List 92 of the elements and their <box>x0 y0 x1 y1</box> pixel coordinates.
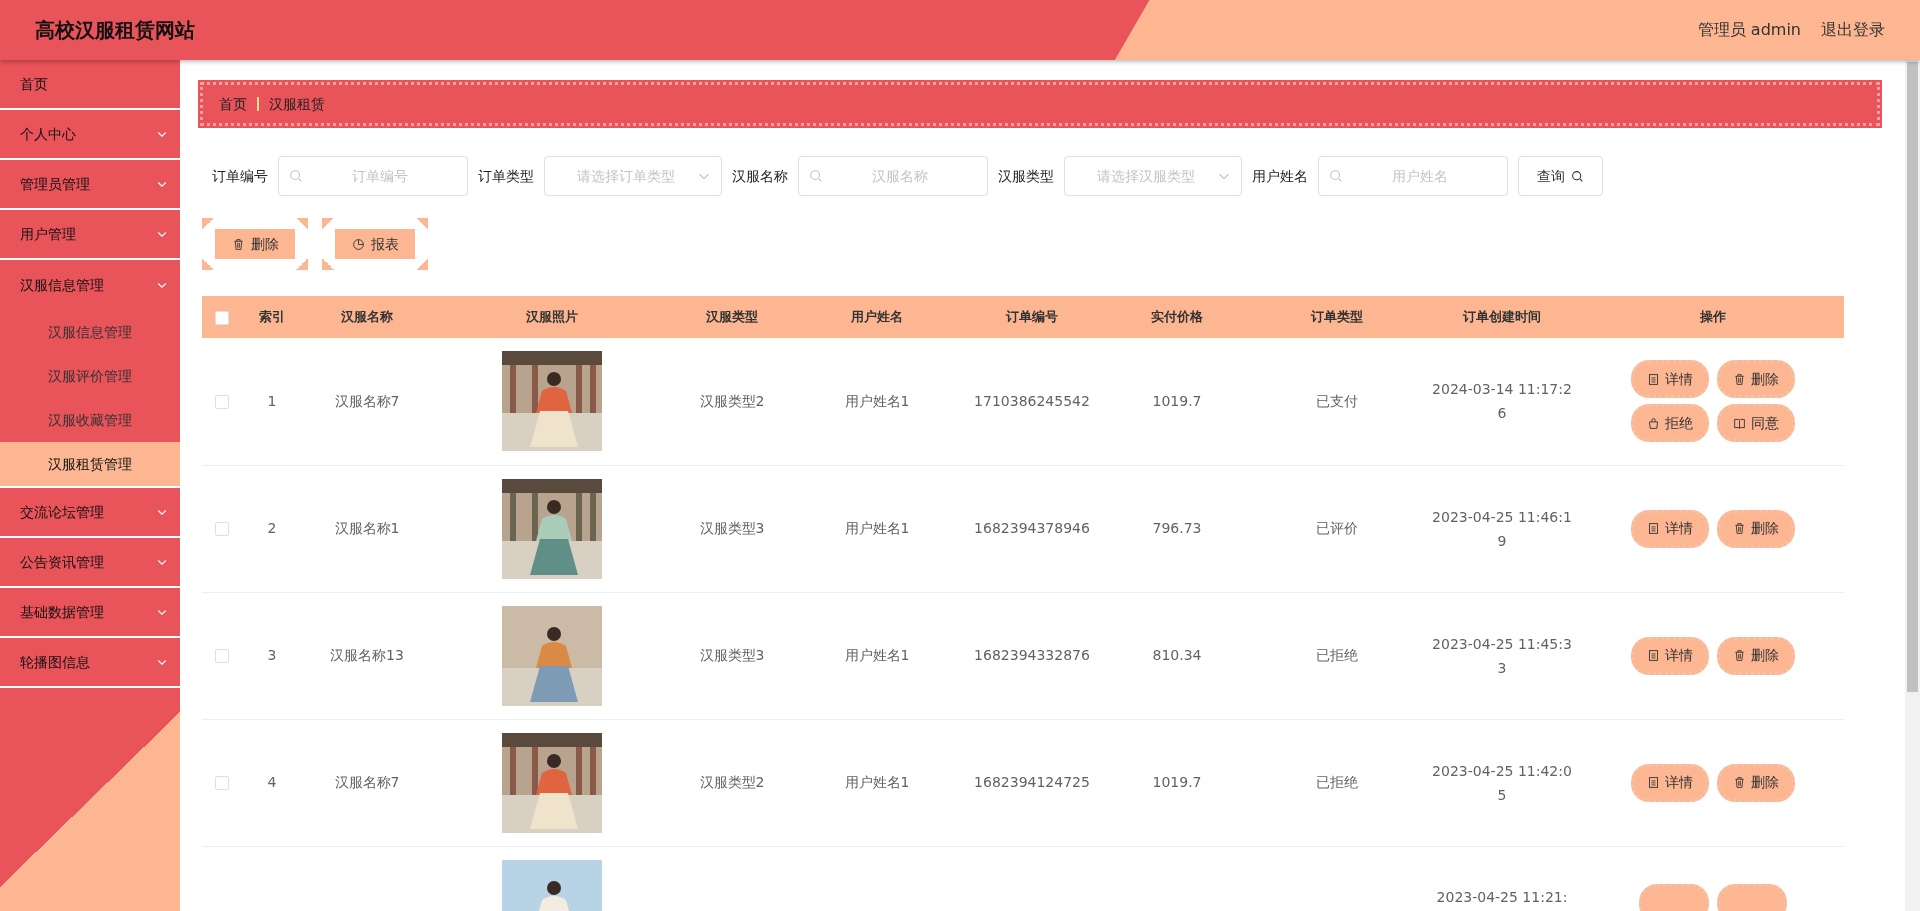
user-label: 管理员 admin <box>1697 19 1801 41</box>
table-cell: 1019.7 <box>1152 774 1202 790</box>
column-header: 实付价格 <box>1151 309 1203 325</box>
delete-button[interactable]: 删除 <box>1717 763 1795 802</box>
site-title: 高校汉服租赁网站 <box>35 17 195 44</box>
table-cell: 汉服类型3 <box>699 647 765 663</box>
delete-button[interactable]: 删除 <box>202 218 308 270</box>
logout-link[interactable]: 退出登录 <box>1821 18 1885 42</box>
table-cell: 用户姓名1 <box>844 774 910 790</box>
row-checkbox[interactable] <box>215 394 229 409</box>
table-cell: 汉服类型3 <box>699 520 765 536</box>
agree-button[interactable]: 同意 <box>1717 404 1795 443</box>
query-button[interactable]: 查询 <box>1518 156 1603 196</box>
bag-icon <box>1647 416 1660 430</box>
column-header: 用户姓名 <box>851 309 903 325</box>
search-icon <box>1571 169 1584 183</box>
document-icon <box>1647 372 1660 386</box>
table-cell-text: 2023-04-25 11:21: <box>1435 887 1569 907</box>
select-all-checkbox[interactable] <box>215 310 229 325</box>
table-cell: 810.34 <box>1152 647 1202 663</box>
delete-button[interactable] <box>1717 883 1787 911</box>
book-icon <box>1733 416 1746 430</box>
detail-button[interactable]: 详情 <box>1631 360 1709 399</box>
table-cell: 用户姓名1 <box>844 392 910 409</box>
delete-button[interactable]: 删除 <box>1717 636 1795 675</box>
pie-chart-icon <box>351 237 365 251</box>
table-cell: 已支付 <box>1316 392 1358 409</box>
trash-icon <box>231 237 245 251</box>
detail-button[interactable]: 详情 <box>1631 636 1709 675</box>
column-header: 汉服类型 <box>706 309 758 325</box>
filter-label: 订单类型 <box>478 166 534 186</box>
table-cell: 1682394378946 <box>974 520 1090 536</box>
table-cell: 已评价 <box>1316 520 1358 536</box>
trash-icon <box>1733 522 1746 535</box>
table-cell: 4 <box>267 774 277 790</box>
search-icon <box>289 169 303 183</box>
table-cell: 汉服名称1 <box>334 520 400 536</box>
trash-icon <box>1733 776 1746 789</box>
submenu-item[interactable]: 汉服租赁管理 <box>0 442 180 486</box>
table-cell: 汉服名称7 <box>334 774 400 790</box>
table-cell: 汉服类型2 <box>699 774 765 790</box>
table-cell-text: 2024-03-14 11:17:26 <box>1431 380 1573 424</box>
table-cell-text: 2023-04-25 11:46:19 <box>1431 507 1573 551</box>
detail-button[interactable]: 详情 <box>1631 509 1709 548</box>
row-checkbox[interactable] <box>215 522 229 536</box>
filter-label: 订单编号 <box>212 166 268 186</box>
delete-button[interactable]: 删除 <box>1717 360 1795 399</box>
table-cell: 2 <box>267 520 277 536</box>
filter-label: 汉服类型 <box>998 166 1054 186</box>
column-header: 汉服名称 <box>341 309 393 325</box>
table-cell: 796.73 <box>1152 520 1202 536</box>
table-cell: 1682394332876 <box>974 647 1090 663</box>
column-header: 订单类型 <box>1311 309 1363 325</box>
column-header: 订单创建时间 <box>1463 309 1541 325</box>
table-cell: 1682394124725 <box>974 774 1090 790</box>
table-cell: 汉服名称7 <box>334 392 400 409</box>
breadcrumb-link[interactable]: 首页 <box>219 93 247 115</box>
table-cell: 3 <box>267 647 277 663</box>
table-cell-text: 2023-04-25 11:45:33 <box>1431 634 1573 678</box>
scrollbar[interactable] <box>1905 60 1920 911</box>
table-cell-text: 2023-04-25 11:42:05 <box>1431 761 1573 805</box>
column-header: 索引 <box>259 309 285 325</box>
document-icon <box>1647 649 1660 662</box>
search-icon <box>1329 169 1343 183</box>
row-checkbox[interactable] <box>215 649 229 663</box>
table-cell: 汉服名称13 <box>330 647 404 663</box>
separator <box>257 97 259 111</box>
row-checkbox[interactable] <box>215 776 229 790</box>
reject-button[interactable]: 拒绝 <box>1631 404 1709 443</box>
column-header: 汉服照片 <box>526 309 578 325</box>
table-cell: 1019.7 <box>1152 392 1202 409</box>
detail-button[interactable]: 详情 <box>1631 763 1709 802</box>
table-cell: 汉服类型2 <box>699 392 765 409</box>
document-icon <box>1647 776 1660 789</box>
table-cell: 已拒绝 <box>1316 774 1358 790</box>
table-cell: 已拒绝 <box>1316 647 1358 663</box>
column-header: 订单编号 <box>1006 309 1058 325</box>
delete-button[interactable]: 删除 <box>1717 509 1795 548</box>
search-icon <box>809 169 823 183</box>
table-cell: 1 <box>267 392 277 409</box>
column-header: 操作 <box>1700 309 1726 325</box>
table-cell: 用户姓名1 <box>844 520 910 536</box>
report-button[interactable]: 报表 <box>322 218 428 270</box>
trash-icon <box>1733 372 1746 386</box>
table-cell: 1710386245542 <box>974 392 1090 409</box>
filter-label: 用户姓名 <box>1252 166 1308 186</box>
filter-label: 汉服名称 <box>732 166 788 186</box>
breadcrumb-link[interactable]: 汉服租赁 <box>269 93 325 115</box>
detail-button[interactable] <box>1639 883 1709 911</box>
table-cell: 用户姓名1 <box>844 647 910 663</box>
document-icon <box>1647 522 1660 535</box>
trash-icon <box>1733 649 1746 662</box>
